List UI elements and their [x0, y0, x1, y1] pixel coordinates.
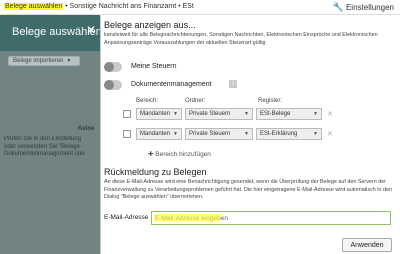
breadcrumb-rest: • Sonstige Nachricht ans Finanzamt • ESt [63, 3, 194, 10]
breadcrumb: Belege auswählen • Sonstige Nachricht an… [4, 3, 194, 10]
select-value: ESt-Belege [260, 111, 291, 117]
toggle-dokumentenmanagement[interactable] [104, 80, 122, 90]
chevron-down-icon: ▼ [173, 131, 178, 137]
select-value: Private Steuern [189, 111, 231, 117]
settings-label: Einstellungen [345, 3, 394, 12]
bereich-select[interactable]: Mandanten ▼ [136, 128, 182, 140]
apply-button[interactable]: Anwenden [342, 238, 392, 252]
select-value: Mandanten [140, 131, 171, 137]
toggle-label: Meine Steuern [131, 63, 177, 70]
toggle-label: Dokumentenmanagement [131, 81, 212, 88]
remove-filter-icon[interactable]: ✕ [327, 130, 333, 138]
email-label: E-Mail-Adresse [104, 214, 149, 221]
column-label-ordner: Ordner: [185, 98, 206, 104]
feedback-heading: Rückmeldung zu Belegen [104, 167, 207, 177]
panel-description: kanzleiweit für alle Belegnachrichtenung… [104, 32, 378, 46]
top-bar: Belege auswählen • Sonstige Nachricht an… [0, 0, 400, 15]
column-label-register: Register: [258, 98, 283, 104]
select-value: Private Steuern [189, 131, 231, 137]
wrench-icon: 🔧 [332, 2, 344, 12]
column-label-bereich: Bereich: [136, 98, 159, 104]
bereich-select[interactable]: Mandanten ▼ [136, 108, 182, 120]
close-icon[interactable]: ✕ [86, 23, 96, 37]
register-select[interactable]: ESt-Belege ▼ [256, 108, 322, 120]
chevron-down-icon: ▼ [244, 111, 249, 117]
modal-overlay [0, 51, 100, 254]
select-value: ESt-Erklärung [260, 131, 298, 137]
add-filter-label: Bereich hinzufügen [155, 151, 211, 158]
chevron-down-icon: ▼ [313, 111, 318, 117]
filter-checkbox[interactable] [123, 130, 131, 138]
add-filter-button[interactable]: ✚ Bereich hinzufügen [148, 150, 211, 158]
filter-checkbox[interactable] [123, 110, 131, 118]
info-icon[interactable]: i [229, 80, 237, 88]
chevron-down-icon: ▼ [173, 111, 178, 117]
settings-link[interactable]: 🔧 Einstellungen [333, 2, 394, 13]
select-value: Mandanten [140, 111, 171, 117]
toggle-meine-steuern[interactable] [104, 62, 122, 72]
panel-heading: Belege anzeigen aus... [104, 20, 196, 30]
feedback-description: An diese E-Mail-Adresse wird eine Benach… [104, 179, 392, 200]
chevron-down-icon: ▼ [313, 131, 318, 137]
breadcrumb-current[interactable]: Belege auswählen [4, 3, 64, 10]
register-select[interactable]: ESt-Erklärung ▼ [256, 128, 322, 140]
email-input[interactable] [151, 211, 391, 225]
ordner-select[interactable]: Private Steuern ▼ [185, 128, 253, 140]
remove-filter-icon[interactable]: ✕ [327, 110, 333, 118]
chevron-down-icon: ▼ [244, 131, 249, 137]
ordner-select[interactable]: Private Steuern ▼ [185, 108, 253, 120]
